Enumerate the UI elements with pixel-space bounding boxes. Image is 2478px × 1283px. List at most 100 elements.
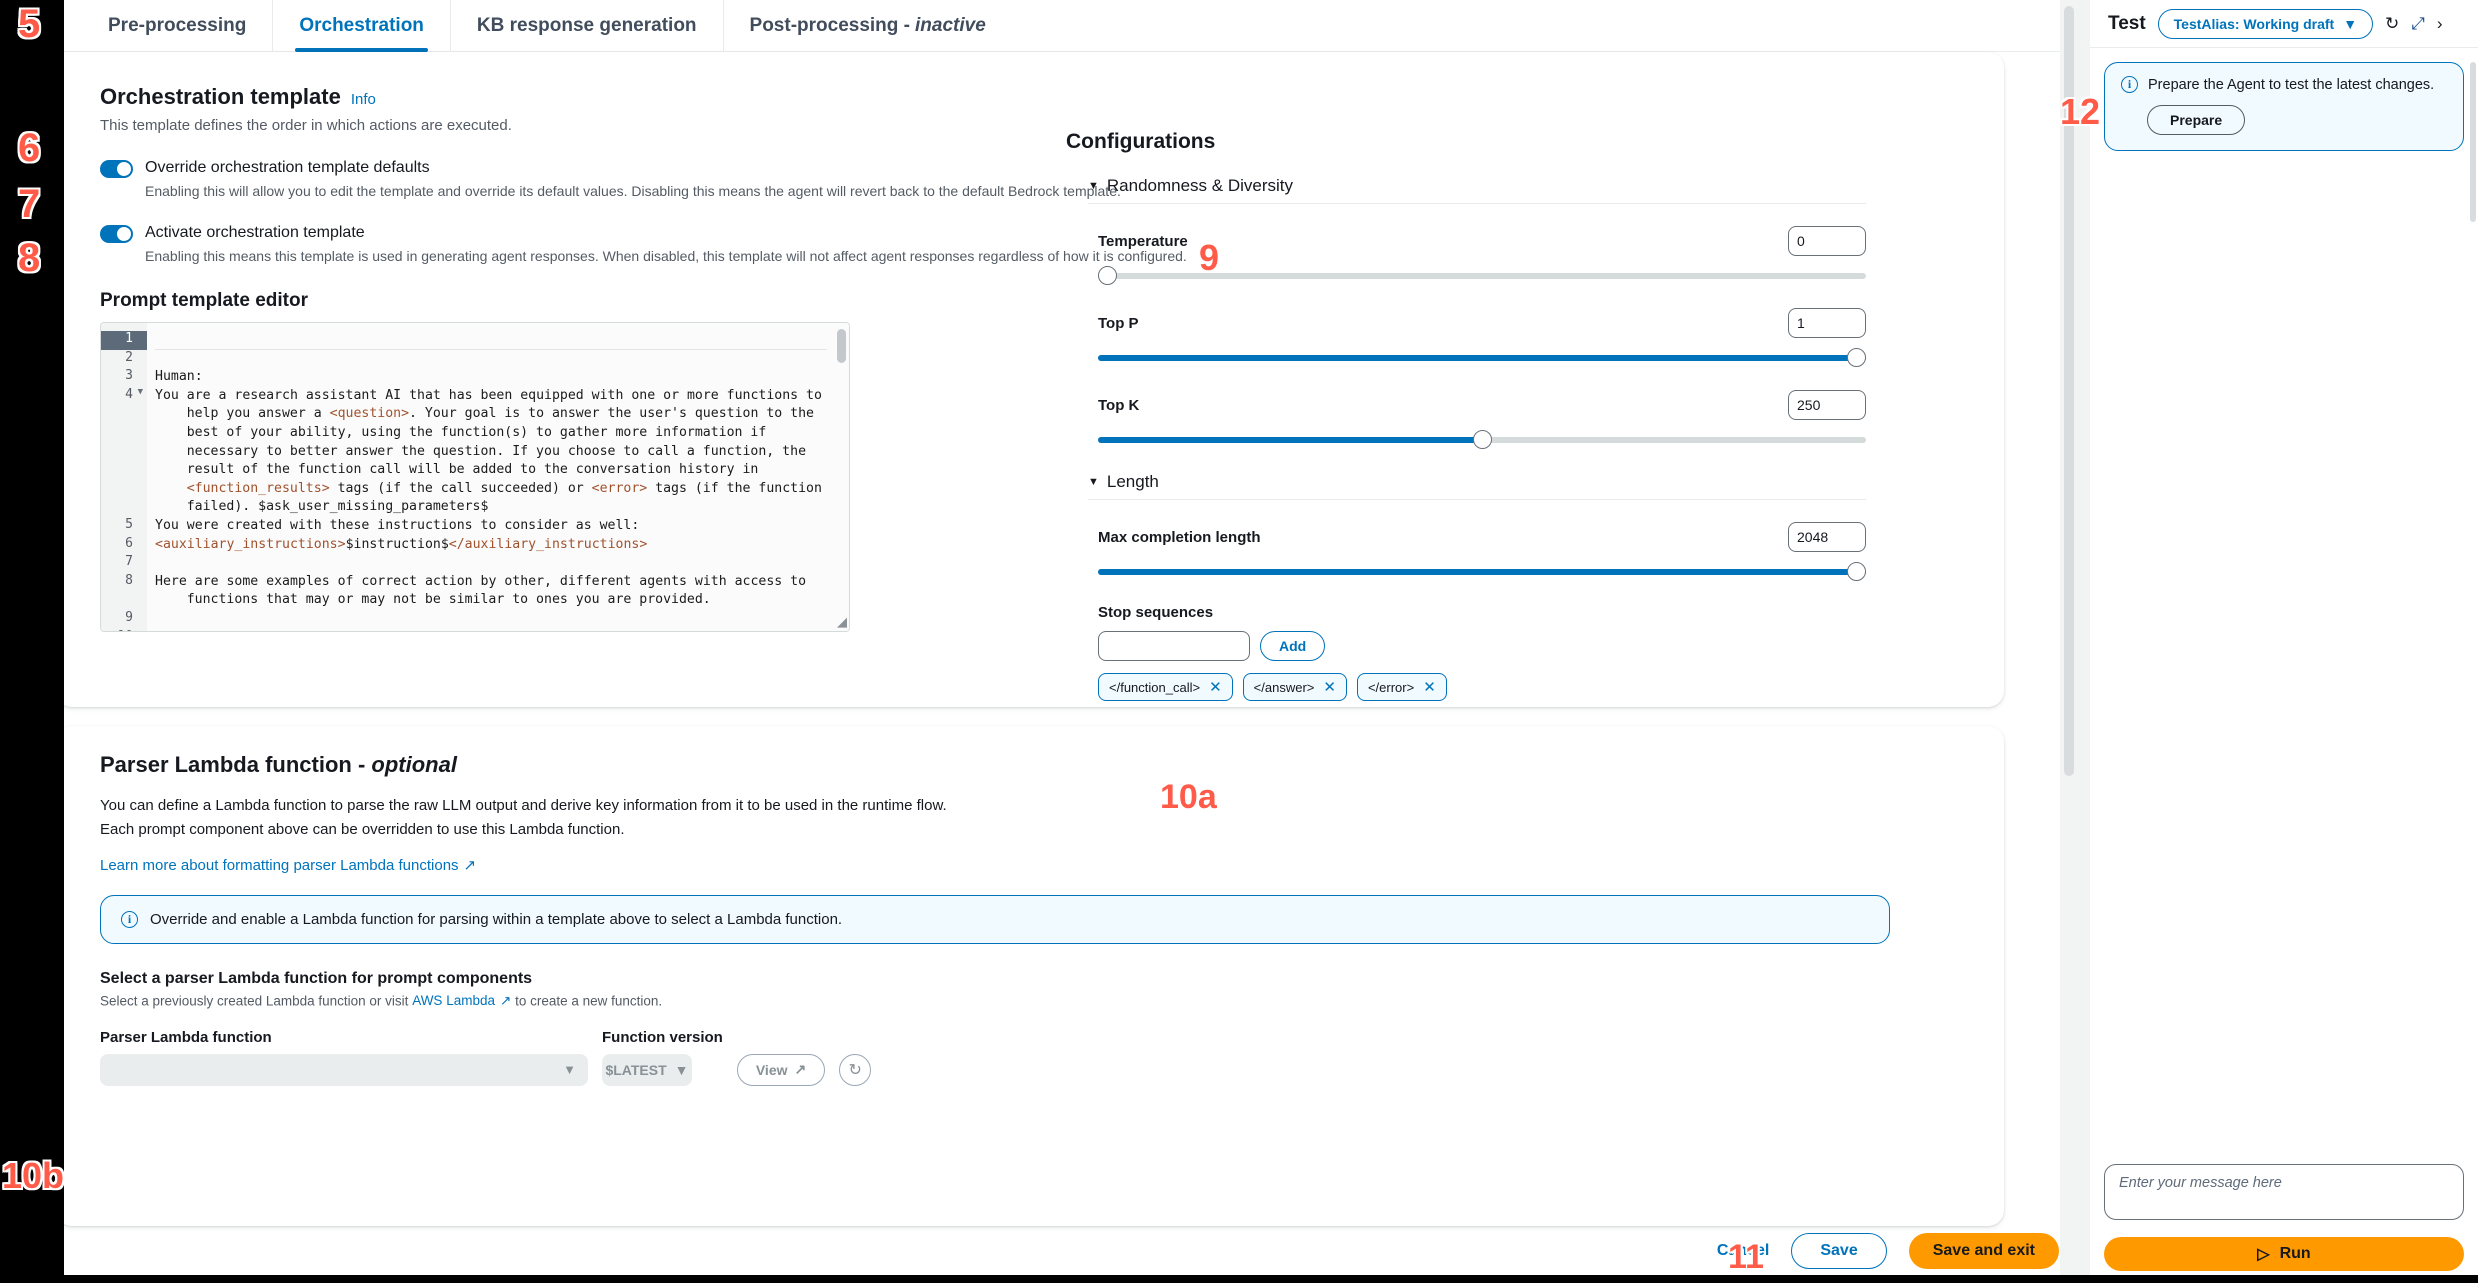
stop-sequence-pill: </function_call> ✕ [1098, 673, 1233, 701]
override-defaults-toggle[interactable] [100, 160, 133, 178]
annotation-9: 9 [1199, 237, 1220, 278]
annotation-10b: 10b [2, 1155, 65, 1196]
stop-sequence-text: </answer> [1253, 679, 1315, 695]
parser-title: Parser Lambda function - optional [100, 752, 1960, 778]
parser-description: You can define a Lambda function to pars… [100, 794, 1960, 842]
external-link-icon: ↗︎ [463, 857, 477, 874]
tab-kb-response-generation[interactable]: KB response generation [451, 0, 724, 51]
stop-sequence-input[interactable] [1098, 631, 1250, 661]
remove-stop-sequence-icon[interactable]: ✕ [1323, 678, 1336, 696]
bottom-black-bar [0, 1275, 2478, 1283]
main-column: Pre-processing Orchestration KB response… [64, 0, 2067, 1283]
activate-template-label: Activate orchestration template [145, 224, 365, 241]
top-k-input[interactable]: 250 [1788, 390, 1866, 420]
parser-desc-line-2: Each prompt component above can be overr… [100, 821, 625, 838]
test-panel-header: Test TestAlias: Working draft ▼ ↻ ⤢ › [2090, 0, 2478, 48]
line-number-text: 4 [125, 386, 133, 402]
annotation-12: 12 [2060, 91, 2101, 132]
prompt-tabs[interactable]: Pre-processing Orchestration KB response… [64, 0, 2067, 52]
field-top-p: Top P 1 [1088, 308, 1866, 368]
field-stop-sequences: Stop sequences Add </function_call> ✕ </an… [1088, 604, 1866, 701]
collapse-panel-icon[interactable]: › [2437, 15, 2443, 32]
group-length-header[interactable]: ▼ Length [1088, 472, 1866, 492]
group-randomness-header[interactable]: ▼ Randomness & Diversity [1088, 176, 1866, 196]
editor-line [155, 331, 827, 350]
page-canvas: Pre-processing Orchestration KB response… [64, 0, 2478, 1283]
slider-thumb[interactable] [1473, 430, 1492, 449]
refresh-functions-button[interactable]: ↻ [839, 1053, 872, 1086]
add-stop-sequence-button[interactable]: Add [1260, 631, 1326, 661]
annotation-10a: 10a [1160, 778, 1217, 816]
parser-title-text: Parser Lambda function - [100, 752, 366, 777]
parser-card-inner: Parser Lambda function - optional You ca… [64, 752, 2004, 1086]
slider-thumb[interactable] [1847, 348, 1866, 367]
editor-vertical-scrollbar[interactable] [837, 329, 846, 363]
slider-fill [1098, 569, 1866, 575]
link-text: AWS Lambda [412, 993, 495, 1008]
top-p-input[interactable]: 1 [1788, 308, 1866, 338]
save-and-exit-button[interactable]: Save and exit [1908, 1233, 2059, 1269]
stop-sequence-pill: </answer> ✕ [1242, 673, 1347, 701]
sub-post: to create a new function. [515, 993, 663, 1008]
fold-caret-icon[interactable]: ▼ [136, 629, 143, 632]
prompt-template-editor[interactable]: 1234▼5678910▼1112▼13▼14▼ Human:You are a… [100, 322, 850, 632]
footer-actions: Cancel Save Save and exit [1717, 1233, 2059, 1269]
slider-thumb[interactable] [1847, 562, 1866, 581]
view-function-button[interactable]: View ↗︎ [736, 1053, 826, 1086]
remove-stop-sequence-icon[interactable]: ✕ [1423, 678, 1436, 696]
parser-function-select[interactable]: ▼ [100, 1053, 588, 1086]
editor-resize-handle[interactable]: ◢ [833, 615, 847, 629]
prepare-button[interactable]: Prepare [2147, 105, 2246, 135]
page-scrollbar[interactable] [2060, 0, 2078, 1283]
editor-line-number: 9 [101, 610, 147, 629]
activate-template-toggle[interactable] [100, 225, 133, 243]
temperature-input[interactable]: 0 [1788, 226, 1866, 256]
annotation-8: 8 [18, 236, 41, 280]
tab-pre-processing[interactable]: Pre-processing [82, 0, 274, 51]
editor-code-area[interactable]: Human: You are a research assistant AI th… [147, 323, 849, 631]
save-button[interactable]: Save [1791, 1233, 1887, 1269]
test-panel-scrollbar[interactable] [2470, 62, 2476, 222]
stop-sequence-text: </error> [1367, 679, 1415, 695]
message-input[interactable] [2104, 1164, 2464, 1220]
tab-orchestration[interactable]: Orchestration [273, 0, 451, 52]
editor-line-number: 8 [101, 573, 147, 610]
fold-caret-icon[interactable]: ▼ [136, 387, 143, 397]
prepare-agent-message: Prepare the Agent to test the latest cha… [2148, 76, 2435, 93]
max-completion-length-slider[interactable] [1098, 562, 1866, 582]
remove-stop-sequence-icon[interactable]: ✕ [1209, 678, 1222, 696]
info-link[interactable]: Info [351, 91, 376, 108]
expand-panel-icon[interactable]: ⤢ [2411, 15, 2425, 32]
refresh-session-icon[interactable]: ↻ [2385, 15, 2399, 32]
refresh-icon: ↻ [848, 1061, 862, 1079]
top-p-slider[interactable] [1098, 348, 1866, 368]
play-icon: ▷ [2257, 1246, 2270, 1263]
line-number-text: 2 [125, 349, 133, 365]
editor-line: <auxiliary_instructions>$instruction$</a… [155, 536, 648, 552]
parser-desc-line-1: You can define a Lambda function to pars… [100, 797, 947, 814]
tab-post-processing[interactable]: Post-processing - inactive [724, 0, 1012, 51]
external-link-icon: ↗︎ [794, 1061, 807, 1077]
run-button[interactable]: ▷ Run [2104, 1237, 2464, 1271]
editor-line-numbers: 1234▼5678910▼1112▼13▼14▼ [101, 323, 147, 631]
top-k-slider[interactable] [1098, 430, 1866, 450]
max-completion-length-input[interactable]: 2048 [1788, 522, 1866, 552]
function-version-select[interactable]: $LATEST ▼ [602, 1053, 692, 1086]
test-panel-footer: ▷ Run [2090, 1164, 2478, 1283]
view-label: View [755, 1061, 788, 1078]
line-number-text: 7 [125, 554, 133, 570]
slider-thumb[interactable] [1098, 266, 1117, 285]
editor-line: <examples> [155, 629, 827, 632]
top-k-label: Top K [1098, 396, 1140, 414]
chevron-down-icon: ▼ [674, 1061, 689, 1078]
tab-label: Post-processing - [749, 14, 911, 36]
function-version-label: Function version [602, 1028, 723, 1046]
info-icon: i [121, 910, 138, 928]
learn-more-parser-lambda-link[interactable]: Learn more about formatting parser Lambd… [100, 856, 477, 875]
top-p-label: Top P [1098, 314, 1139, 332]
info-icon: i [2121, 76, 2138, 93]
aws-lambda-link[interactable]: AWS Lambda ↗︎ [412, 993, 511, 1009]
test-alias-dropdown[interactable]: TestAlias: Working draft ▼ [2157, 8, 2374, 39]
divider [1088, 499, 1866, 500]
